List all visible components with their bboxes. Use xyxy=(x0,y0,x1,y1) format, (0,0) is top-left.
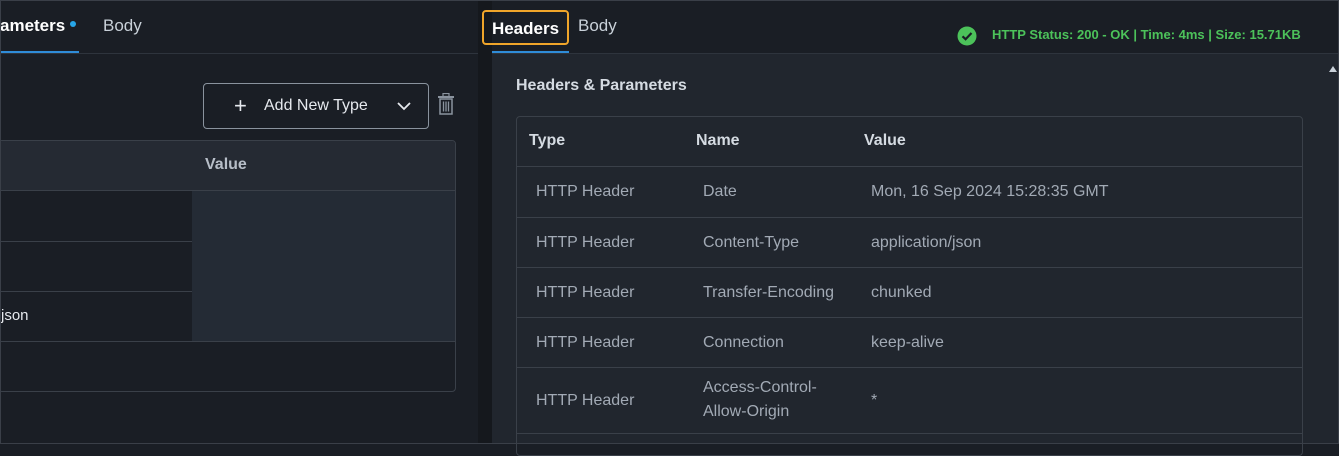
add-new-type-dropdown[interactable]: + Add New Type xyxy=(203,83,429,129)
tab-parameters[interactable]: ameters xyxy=(0,16,77,36)
active-tab-indicator xyxy=(0,51,79,53)
table-row: HTTP Header Transfer-Encoding chunked xyxy=(517,268,1302,318)
row-type: HTTP Header xyxy=(536,234,635,251)
table-header: Value xyxy=(0,141,455,191)
tab-body-response[interactable]: Body xyxy=(578,16,617,36)
response-tabs: Headers Body HTTP Status: 200 - OK | Tim… xyxy=(482,0,1339,54)
row-name: Content-Type xyxy=(703,234,800,251)
row-name: Access-Control-Allow-Origin xyxy=(703,379,817,420)
row-type: HTTP Header xyxy=(536,334,635,351)
headers-table: Type Name Value HTTP Header Date Mon, 16… xyxy=(516,116,1303,456)
check-circle-icon xyxy=(957,26,977,51)
panel-title: Headers & Parameters xyxy=(516,77,687,94)
modified-dot xyxy=(70,20,77,27)
tab-body-request[interactable]: Body xyxy=(103,16,142,36)
row-type: HTTP Header xyxy=(536,392,635,409)
headers-panel: Headers & Parameters Type Name Value HTT… xyxy=(492,54,1339,456)
row-type: HTTP Header xyxy=(536,183,635,200)
row-value: keep-alive xyxy=(871,334,944,351)
chevron-down-icon xyxy=(396,98,412,119)
row-value: application/json xyxy=(871,234,982,251)
value-cell[interactable] xyxy=(192,191,455,241)
plus-icon: + xyxy=(234,93,247,118)
name-column-header: Name xyxy=(696,132,740,149)
trash-icon[interactable] xyxy=(437,92,455,120)
table-row[interactable] xyxy=(0,191,455,242)
pane-divider[interactable] xyxy=(478,0,492,444)
row-name: Connection xyxy=(703,334,784,351)
request-pane: ameters Body + Add New Type Value json xyxy=(0,0,478,444)
row-key: json xyxy=(1,307,29,324)
table-row[interactable] xyxy=(0,241,455,292)
request-tabs: ameters Body xyxy=(0,0,478,54)
row-value: * xyxy=(871,392,878,409)
table-row: HTTP Header Access-Control-Allow-Origin … xyxy=(517,368,1302,434)
table-row: HTTP Header Content-Type application/jso… xyxy=(517,218,1302,268)
type-column-header: Type xyxy=(529,132,566,149)
value-column-header: Value xyxy=(205,156,247,173)
row-type: HTTP Header xyxy=(536,284,635,301)
row-name: Transfer-Encoding xyxy=(703,284,835,301)
row-value: chunked xyxy=(871,284,932,301)
response-pane: Headers Body HTTP Status: 200 - OK | Tim… xyxy=(482,0,1339,456)
row-value: Mon, 16 Sep 2024 15:28:35 GMT xyxy=(871,183,1109,200)
tab-headers-label: Headers xyxy=(491,19,560,38)
table-row: HTTP Header Connection keep-alive xyxy=(517,318,1302,368)
value-cell[interactable] xyxy=(192,291,455,341)
add-new-type-label: Add New Type xyxy=(264,97,368,114)
status-text: HTTP Status: 200 - OK | Time: 4ms | Size… xyxy=(992,27,1301,42)
active-tab-indicator xyxy=(492,51,569,53)
value-cell[interactable] xyxy=(192,241,455,291)
table-header: Type Name Value xyxy=(517,117,1302,167)
value-column-header: Value xyxy=(864,132,906,149)
parameters-table: Value json xyxy=(0,140,456,392)
table-row: HTTP Header Date Mon, 16 Sep 2024 15:28:… xyxy=(517,167,1302,218)
tab-headers[interactable]: Headers xyxy=(482,10,569,45)
tab-parameters-label: ameters xyxy=(0,16,66,35)
scroll-up-arrow-icon[interactable] xyxy=(1329,60,1337,78)
table-row[interactable]: json xyxy=(0,291,455,342)
row-name: Date xyxy=(703,183,737,200)
